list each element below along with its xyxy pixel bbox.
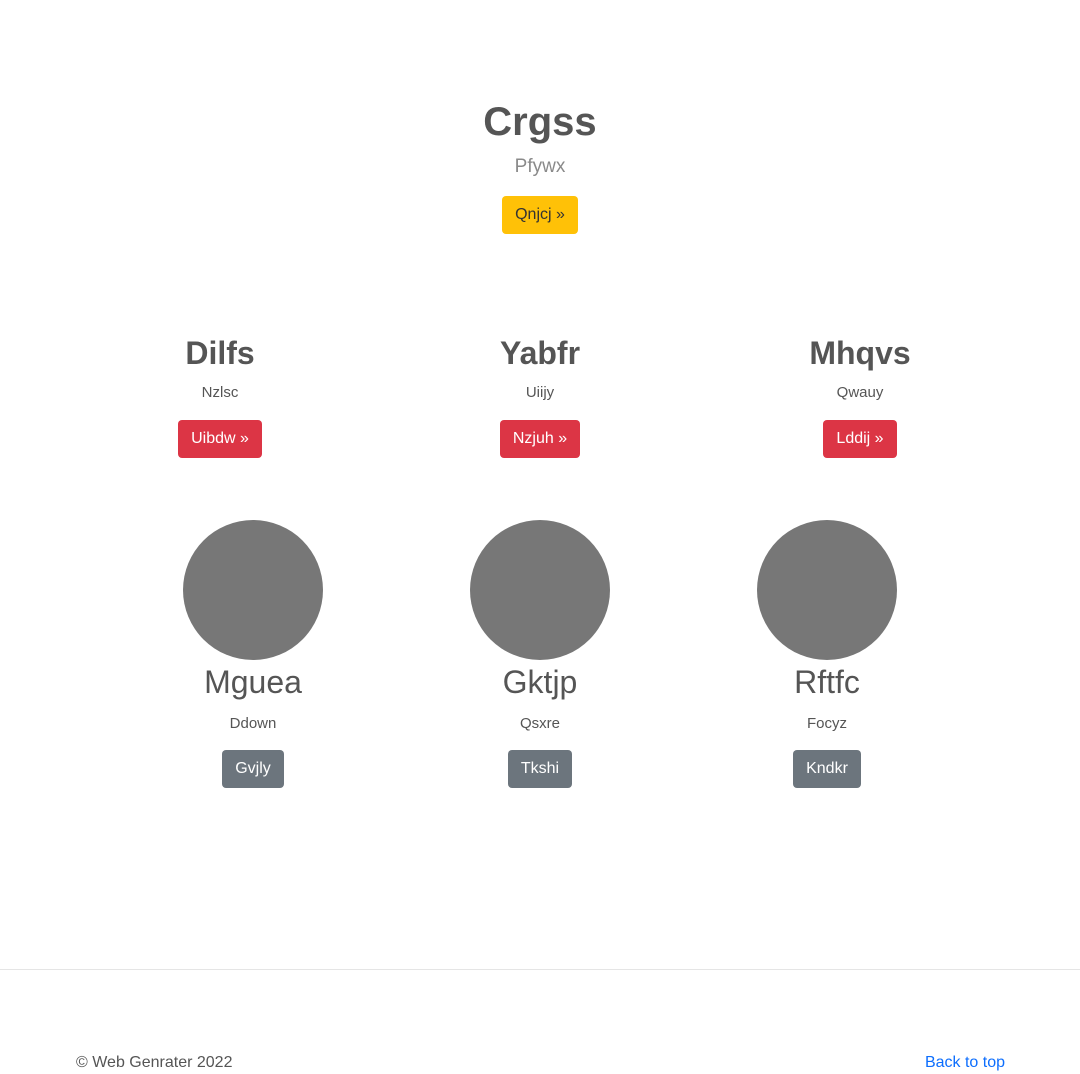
feature-card-3: Mhqvs Qwauy Lddij »: [710, 333, 1010, 458]
feature-title: Yabfr: [499, 335, 581, 371]
feature-subtitle: Uiijy: [525, 384, 555, 401]
profile-button[interactable]: Kndkr: [793, 750, 861, 788]
feature-card-1: Dilfs Nzlsc Uibdw »: [70, 333, 370, 458]
feature-button[interactable]: Lddij »: [823, 420, 897, 458]
page: Crgss Pfywx Qnjcj » Dilfs Nzlsc Uibdw » …: [0, 0, 1080, 1074]
profile-button[interactable]: Tkshi: [507, 750, 573, 788]
footer-copyright: © Web Genrater 2022: [76, 1054, 233, 1071]
feature-title: Dilfs: [185, 335, 255, 371]
feature-button[interactable]: Nzjuh »: [499, 420, 581, 458]
feature-button[interactable]: Uibdw »: [178, 420, 262, 458]
feature-subtitle: Qwauy: [836, 384, 884, 401]
profile-subtitle: Ddown: [229, 715, 277, 732]
hero-section: Crgss Pfywx Qnjcj »: [0, 98, 1080, 234]
hero-title: Crgss: [483, 100, 597, 144]
profile-card-3: Rftfc Focyz Kndkr: [707, 520, 947, 788]
avatar: [470, 520, 610, 660]
hero-button[interactable]: Qnjcj »: [502, 196, 578, 234]
profile-subtitle: Focyz: [806, 715, 847, 732]
profile-subtitle: Qsxre: [519, 715, 560, 732]
footer-divider: [0, 969, 1080, 970]
profile-button[interactable]: Gvjly: [222, 750, 284, 788]
avatar: [183, 520, 323, 660]
profile-name: Mguea: [204, 664, 302, 700]
profile-card-1: Mguea Ddown Gvjly: [133, 520, 373, 788]
profile-card-2: Gktjp Qsxre Tkshi: [420, 520, 660, 788]
profile-name: Rftfc: [794, 664, 860, 700]
profile-name: Gktjp: [502, 664, 578, 700]
feature-title: Mhqvs: [809, 335, 911, 371]
hero-subtitle: Pfywx: [514, 156, 566, 177]
feature-subtitle: Nzlsc: [201, 384, 239, 401]
back-to-top-link[interactable]: Back to top: [925, 1052, 1005, 1074]
feature-card-2: Yabfr Uiijy Nzjuh »: [390, 333, 690, 458]
avatar: [757, 520, 897, 660]
